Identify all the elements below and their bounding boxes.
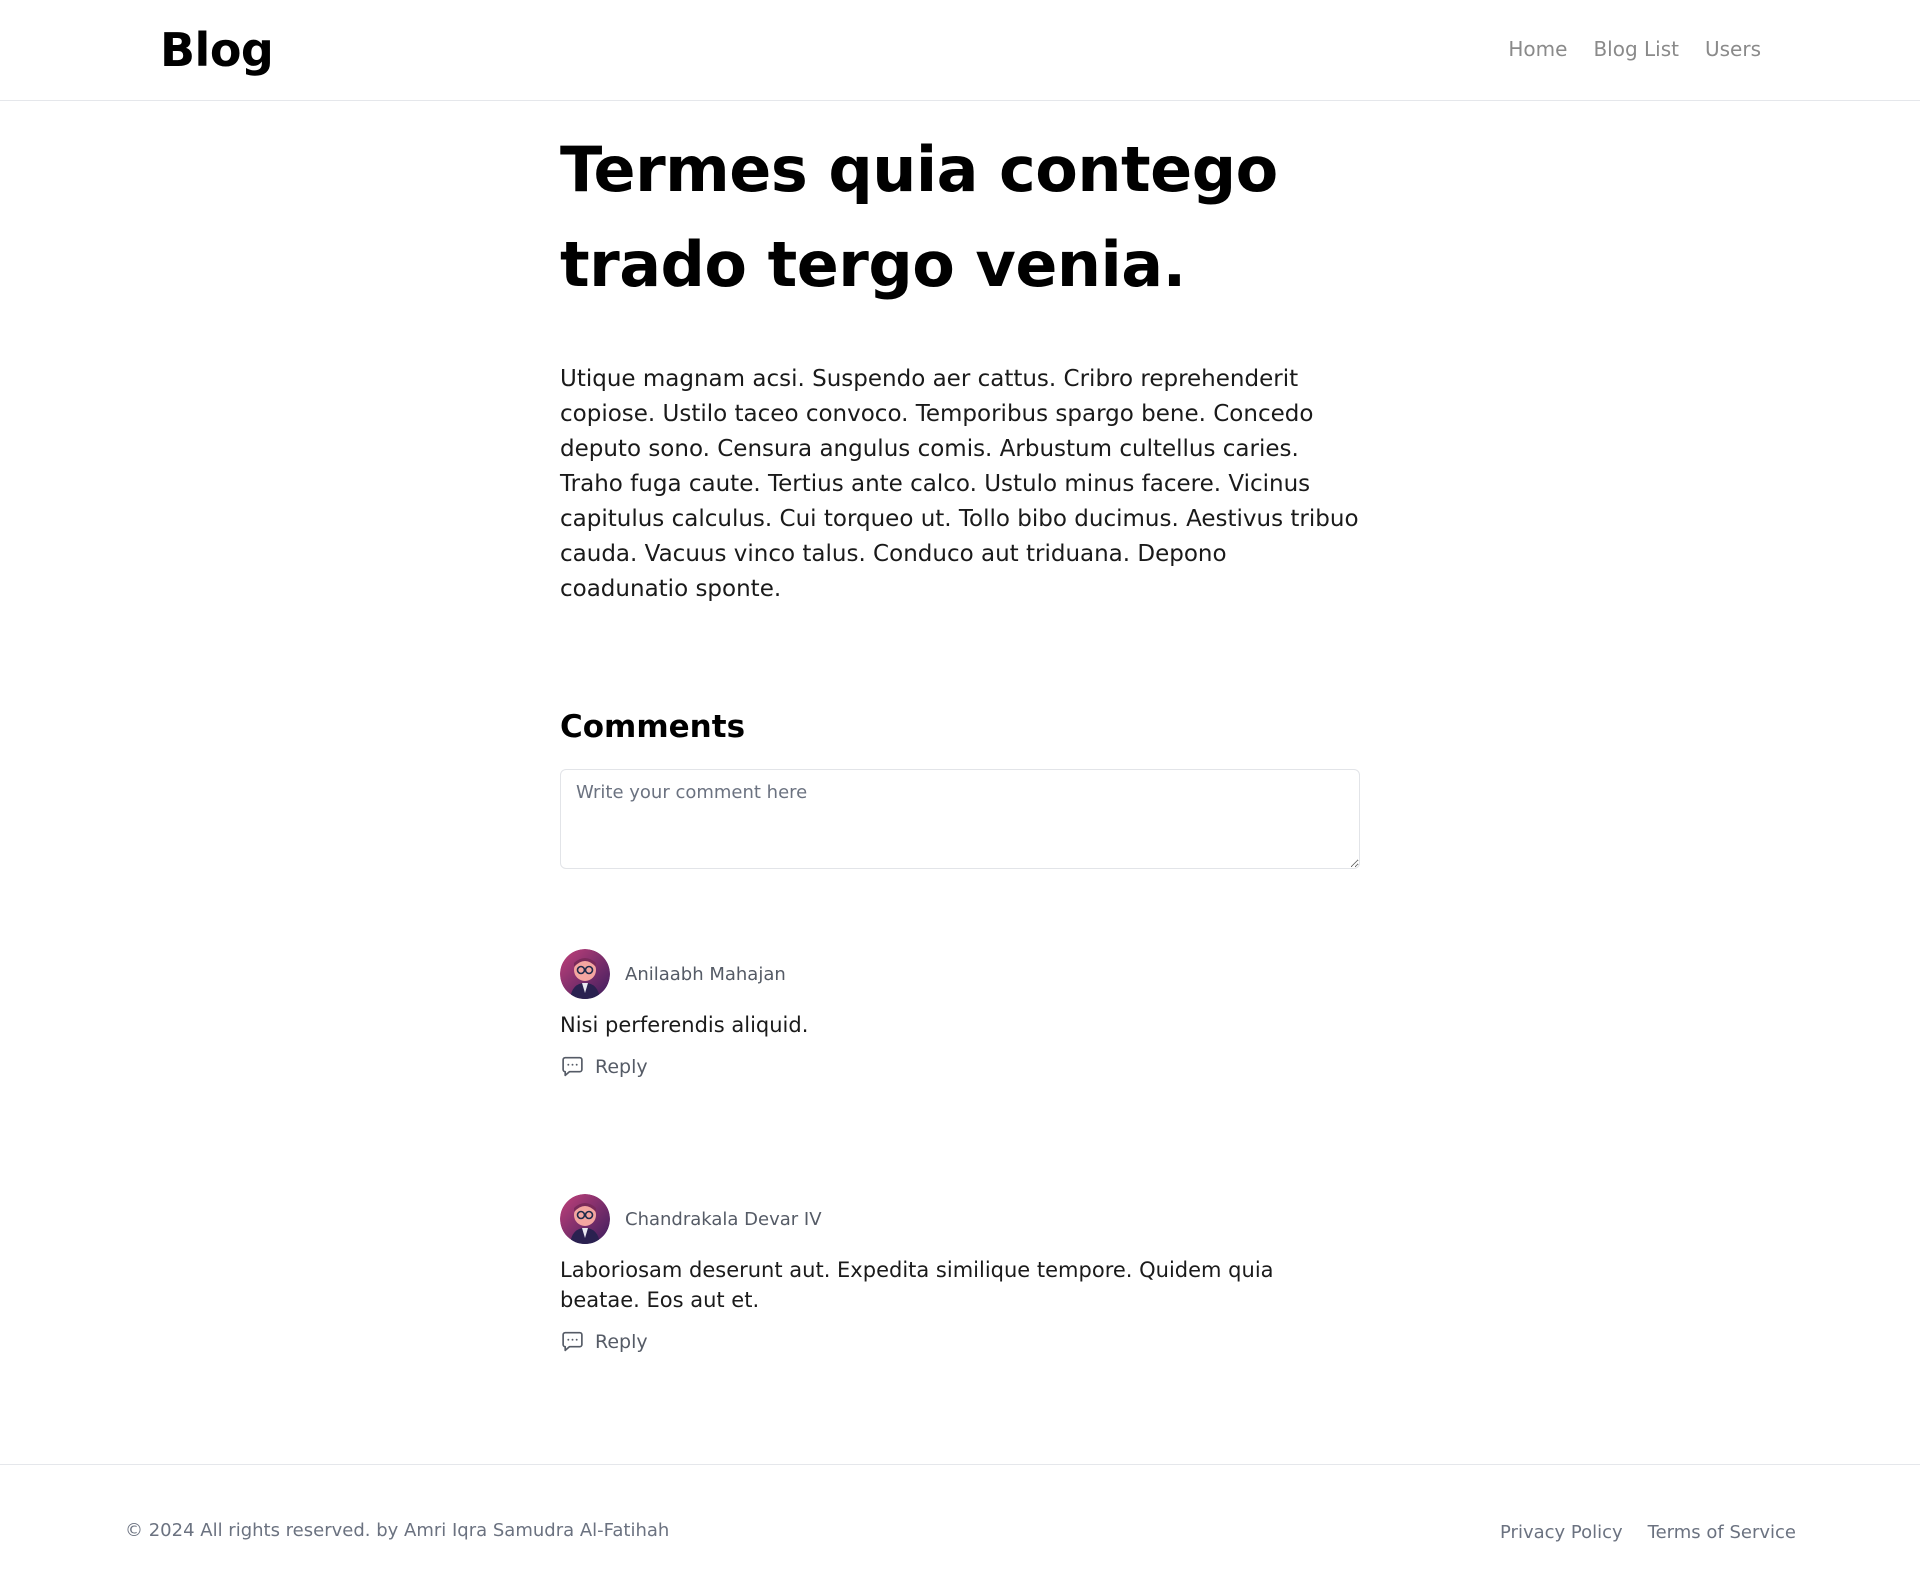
- article: Termes quia contego trado tergo venia. U…: [560, 122, 1360, 607]
- footer-links: Privacy Policy Terms of Service: [1500, 1522, 1796, 1543]
- article-title: Termes quia contego trado tergo venia.: [560, 133, 1278, 301]
- comment-item: Anilaabh Mahajan Nisi perferendis aliqui…: [560, 949, 1360, 1083]
- comment-item: Chandrakala Devar IV Laboriosam deserunt…: [560, 1194, 1360, 1358]
- main-nav: Home Blog List Users: [1508, 36, 1761, 62]
- terms-of-service-link[interactable]: Terms of Service: [1648, 1522, 1796, 1543]
- comment-author: Anilaabh Mahajan: [625, 963, 786, 985]
- privacy-policy-link[interactable]: Privacy Policy: [1500, 1522, 1623, 1543]
- copyright-text: © 2024 All rights reserved. by Amri Iqra…: [125, 1520, 670, 1541]
- comment-textarea[interactable]: [560, 769, 1360, 869]
- comment-header: Chandrakala Devar IV: [560, 1194, 1360, 1244]
- avatar: [560, 1194, 610, 1244]
- nav-blog-list-link[interactable]: Blog List: [1593, 36, 1679, 62]
- site-header: Blog Home Blog List Users: [0, 0, 1920, 101]
- comment-author: Chandrakala Devar IV: [625, 1208, 822, 1230]
- comment-text: Nisi perferendis aliquid.: [560, 1013, 809, 1037]
- reply-label: Reply: [595, 1055, 648, 1078]
- comment-text: Laboriosam deserunt aut. Expedita simili…: [560, 1258, 1274, 1312]
- site-footer: © 2024 All rights reserved. by Amri Iqra…: [0, 1464, 1920, 1594]
- chat-bubble-icon: [562, 1056, 583, 1077]
- brand-logo[interactable]: Blog: [160, 20, 274, 80]
- chat-bubble-icon: [562, 1331, 583, 1352]
- nav-users-link[interactable]: Users: [1705, 36, 1761, 62]
- reply-button[interactable]: Reply: [560, 1054, 648, 1079]
- reply-label: Reply: [595, 1330, 648, 1353]
- comment-header: Anilaabh Mahajan: [560, 949, 1360, 999]
- nav-home-link[interactable]: Home: [1508, 36, 1567, 62]
- article-body: Utique magnam acsi. Suspendo aer cattus.…: [560, 366, 1359, 602]
- comments-heading: Comments: [560, 709, 746, 745]
- reply-button[interactable]: Reply: [560, 1329, 648, 1354]
- avatar: [560, 949, 610, 999]
